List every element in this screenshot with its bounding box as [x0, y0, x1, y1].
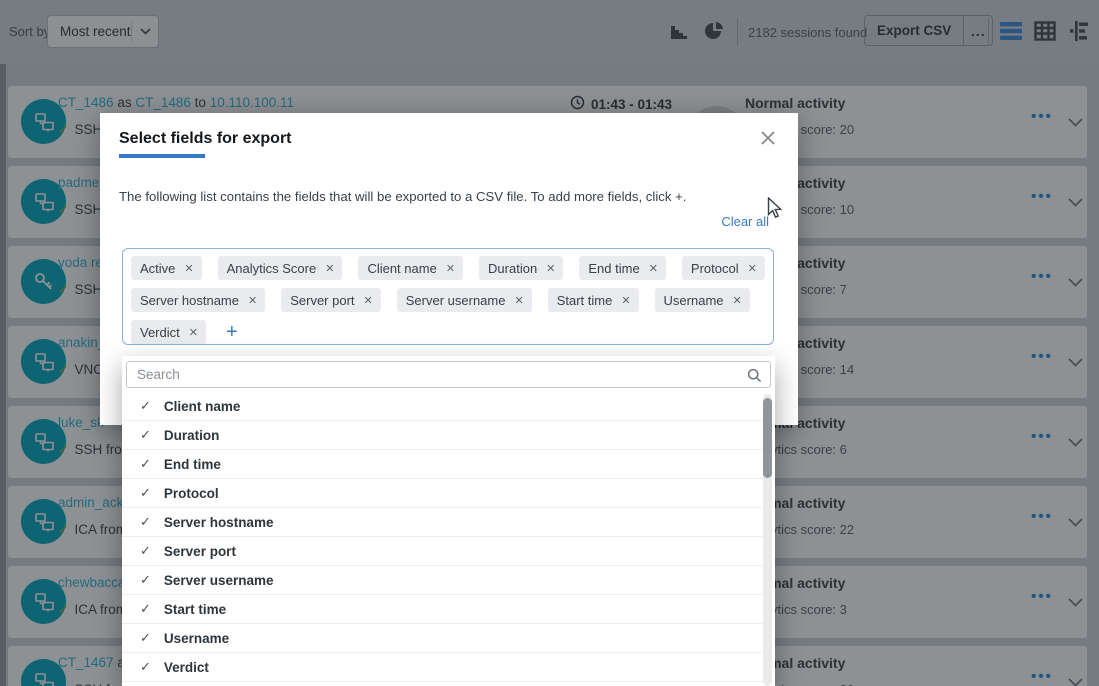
chip-remove-icon[interactable]: ✕: [748, 262, 757, 275]
field-chip[interactable]: Server hostname ✕: [131, 288, 265, 312]
field-chip[interactable]: Server username ✕: [397, 288, 532, 312]
field-chip-label: Active: [140, 261, 175, 276]
chip-remove-icon[interactable]: ✕: [364, 294, 373, 307]
field-chip[interactable]: Server port ✕: [281, 288, 381, 312]
option-label: Start time: [164, 602, 226, 617]
option-label: Username: [164, 631, 229, 646]
field-option[interactable]: ✓ Client name: [122, 392, 767, 421]
sessions-search-screen: Sort by Most recent 2182 sessions found …: [0, 0, 1099, 686]
field-option[interactable]: ✓ Server hostname: [122, 508, 767, 537]
field-option[interactable]: ✓ Verdict: [122, 653, 767, 682]
field-options-list: ✓Client name✓Duration✓End time✓Protocol✓…: [122, 392, 767, 682]
modal-description: The following list contains the fields t…: [119, 189, 686, 204]
field-chip-label: Server hostname: [140, 293, 239, 308]
chip-remove-icon[interactable]: ✕: [649, 262, 658, 275]
option-check-icon: ✓: [140, 485, 151, 501]
field-option[interactable]: ✓ End time: [122, 450, 767, 479]
option-label: Server hostname: [164, 515, 274, 530]
field-chip-label: Protocol: [691, 261, 739, 276]
field-chip[interactable]: Analytics Score ✕: [218, 256, 343, 280]
chip-remove-icon[interactable]: ✕: [248, 294, 257, 307]
chip-remove-icon[interactable]: ✕: [446, 262, 455, 275]
selected-fields-box: Active✕Analytics Score✕Client name✕Durat…: [122, 248, 774, 345]
option-check-icon: ✓: [140, 601, 151, 617]
chip-remove-icon[interactable]: ✕: [733, 294, 742, 307]
chip-remove-icon[interactable]: ✕: [621, 294, 630, 307]
field-option[interactable]: ✓ Server username: [122, 566, 767, 595]
chip-remove-icon[interactable]: ✕: [325, 262, 334, 275]
title-accent-bar: [119, 154, 205, 158]
field-chip-label: Verdict: [140, 325, 180, 340]
field-option[interactable]: ✓ Username: [122, 624, 767, 653]
field-option[interactable]: ✓ Server port: [122, 537, 767, 566]
option-label: Client name: [164, 399, 241, 414]
option-label: Server username: [164, 573, 274, 588]
option-check-icon: ✓: [140, 630, 151, 646]
option-label: End time: [164, 457, 221, 472]
field-chip[interactable]: Client name ✕: [358, 256, 463, 280]
field-chip[interactable]: Protocol ✕: [682, 256, 765, 280]
option-label: Duration: [164, 428, 220, 443]
field-chip[interactable]: Verdict ✕: [131, 320, 206, 344]
clear-all-link[interactable]: Clear all: [721, 214, 769, 229]
chip-remove-icon[interactable]: ✕: [189, 326, 198, 339]
option-label: Verdict: [164, 660, 209, 675]
field-chip[interactable]: Active ✕: [131, 256, 202, 280]
chip-remove-icon[interactable]: ✕: [184, 262, 193, 275]
field-chip-label: Duration: [488, 261, 537, 276]
fields-dropdown: ✓Client name✓Duration✓End time✓Protocol✓…: [122, 356, 775, 686]
field-chip[interactable]: Duration ✕: [479, 256, 563, 280]
field-chip[interactable]: End time ✕: [579, 256, 666, 280]
search-input[interactable]: [127, 362, 770, 387]
field-option[interactable]: ✓ Duration: [122, 421, 767, 450]
field-chip-label: Client name: [367, 261, 436, 276]
field-chip-label: Start time: [557, 293, 613, 308]
option-check-icon: ✓: [140, 456, 151, 472]
field-option[interactable]: ✓ Protocol: [122, 479, 767, 508]
add-field-button[interactable]: +: [226, 320, 238, 344]
scrollbar-thumb[interactable]: [763, 398, 772, 478]
field-chip-label: End time: [588, 261, 639, 276]
modal-title: Select fields for export: [119, 130, 292, 148]
field-chip-label: Server port: [290, 293, 354, 308]
option-check-icon: ✓: [140, 398, 151, 414]
option-check-icon: ✓: [140, 543, 151, 559]
field-chip[interactable]: Username ✕: [655, 288, 750, 312]
field-chip-label: Analytics Score: [227, 261, 317, 276]
field-chip-label: Username: [664, 293, 724, 308]
option-check-icon: ✓: [140, 514, 151, 530]
option-label: Protocol: [164, 486, 219, 501]
option-label: Server port: [164, 544, 236, 559]
option-check-icon: ✓: [140, 659, 151, 675]
option-check-icon: ✓: [140, 427, 151, 443]
scrollbar-track[interactable]: [763, 394, 772, 686]
close-icon[interactable]: [760, 130, 776, 151]
chip-remove-icon[interactable]: ✕: [546, 262, 555, 275]
option-check-icon: ✓: [140, 572, 151, 588]
search-box: [126, 361, 771, 388]
field-chip-label: Server username: [406, 293, 506, 308]
field-option[interactable]: ✓ Start time: [122, 595, 767, 624]
chip-remove-icon[interactable]: ✕: [514, 294, 523, 307]
field-chip[interactable]: Start time ✕: [548, 288, 639, 312]
search-icon: [747, 368, 762, 388]
